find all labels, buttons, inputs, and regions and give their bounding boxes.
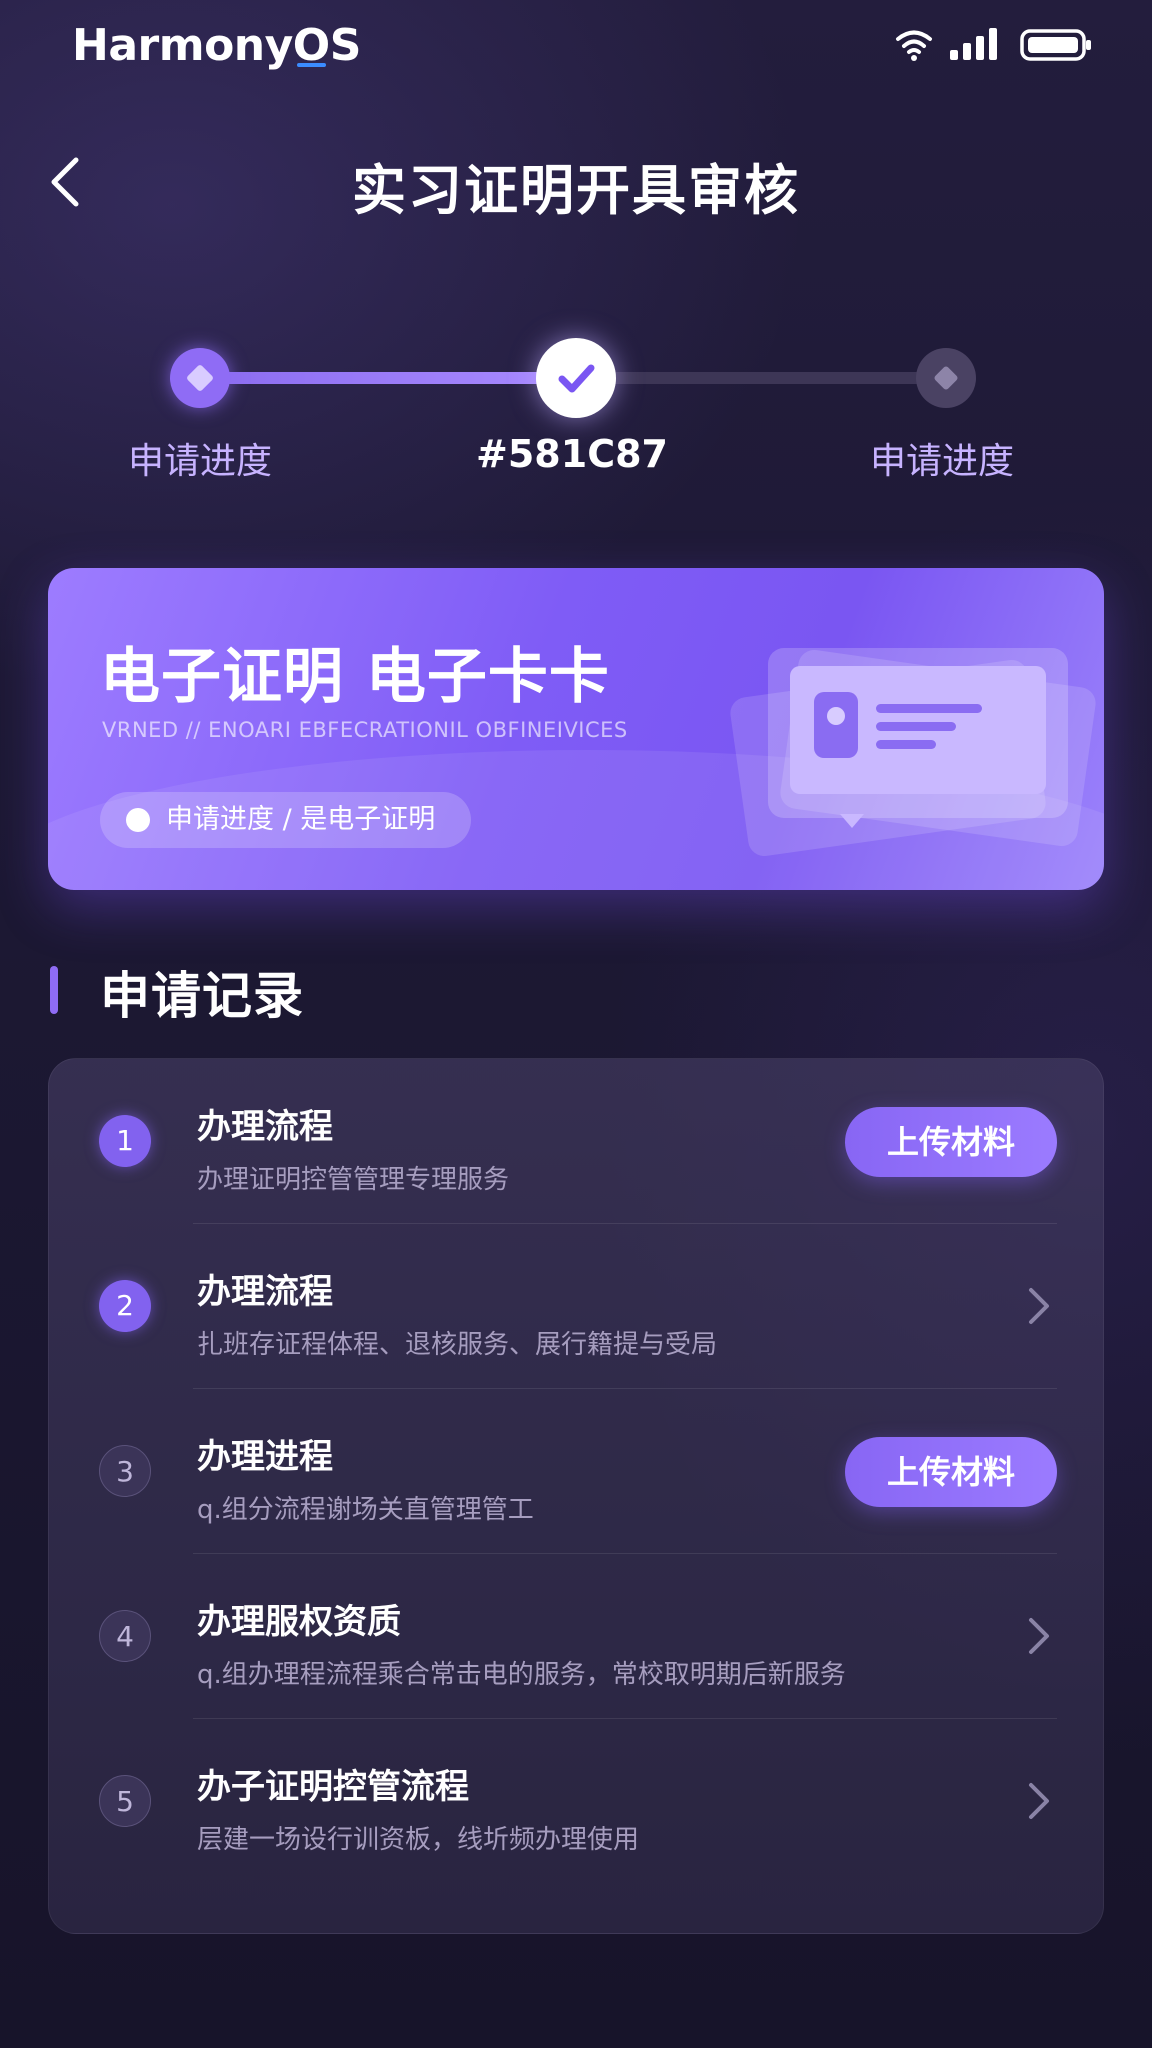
- chevron-right-icon: [1029, 1618, 1049, 1654]
- record-row-5[interactable]: 5 办子证明控管流程 层建一场设行训资板，线圻频办理使用: [49, 1719, 1105, 1884]
- record-description: 扎班存证程体程、退核服务、展行籍提与受局: [197, 1330, 718, 1360]
- record-description: 层建一场设行训资板，线圻频办理使用: [197, 1825, 640, 1855]
- chevron-right-icon: [1029, 1288, 1049, 1324]
- wifi-icon: [896, 30, 932, 61]
- banner-chip-label: 申请进度 / 是电子证明: [166, 804, 436, 835]
- banner-progress-chip[interactable]: 申请进度 / 是电子证明: [100, 792, 472, 848]
- record-title: 办理进程: [197, 1437, 333, 1477]
- record-description: q.组分流程谢场关直管理管工: [197, 1495, 534, 1525]
- step-3-diamond-icon: [916, 348, 976, 408]
- record-number-badge: 4: [99, 1610, 151, 1662]
- status-bar: HarmonyOS: [0, 0, 1152, 96]
- id-card-icon: [730, 648, 1096, 857]
- records-list: 1 办理流程 办理证明控管管理专理服务 上传材料 2 办理流程 扎班存证程体程、…: [48, 1058, 1104, 1934]
- record-number-badge: 5: [99, 1775, 151, 1827]
- cellular-signal-icon: [950, 28, 997, 60]
- upload-materials-button[interactable]: 上传材料: [845, 1437, 1057, 1507]
- e-certificate-banner[interactable]: 电子证明 电子卡卡 VRNED // ENOARI EBFECRATIONIL …: [48, 568, 1104, 890]
- record-row-1[interactable]: 1 办理流程 办理证明控管管理专理服务 上传材料: [49, 1059, 1105, 1224]
- harmonyos-logo: HarmonyOS: [72, 20, 361, 71]
- stepper-track-pending: [576, 372, 946, 384]
- step-1-diamond-icon: [170, 348, 230, 408]
- page-title: 实习证明开具审核: [352, 159, 800, 222]
- step-2-label: #581C87: [476, 432, 668, 476]
- record-row-2[interactable]: 2 办理流程 扎班存证程体程、退核服务、展行籍提与受局: [49, 1224, 1105, 1389]
- step-3-label: 申请进度: [869, 441, 1014, 482]
- progress-stepper: 申请进度 #581C87 申请进度: [0, 330, 1152, 490]
- record-title: 办理流程: [197, 1272, 333, 1312]
- location-pin-icon: [126, 808, 150, 832]
- step-1-label: 申请进度: [127, 441, 272, 482]
- record-number-badge: 2: [99, 1280, 151, 1332]
- battery-icon: [1020, 29, 1091, 61]
- record-title: 办子证明控管流程: [197, 1767, 469, 1807]
- record-number-badge: 1: [99, 1115, 151, 1167]
- record-row-4[interactable]: 4 办理服权资质 q.组办理程流程乘合常击电的服务，常校取明期后新服务: [49, 1554, 1105, 1719]
- banner-subtitle: VRNED // ENOARI EBFECRATIONIL OBFINEIVIC…: [102, 718, 628, 742]
- stepper-track-completed: [200, 372, 576, 384]
- record-title: 办理流程: [197, 1107, 333, 1147]
- section-accent-bar: [50, 966, 58, 1014]
- record-number-badge: 3: [99, 1445, 151, 1497]
- record-row-3[interactable]: 3 办理进程 q.组分流程谢场关直管理管工 上传材料: [49, 1389, 1105, 1554]
- step-2-check-icon: [536, 338, 616, 418]
- record-title: 办理服权资质: [197, 1602, 401, 1642]
- banner-title: 电子证明 电子卡卡: [100, 642, 610, 712]
- record-description: q.组办理程流程乘合常击电的服务，常校取明期后新服务: [197, 1660, 846, 1690]
- chevron-right-icon: [1029, 1783, 1049, 1819]
- record-description: 办理证明控管管理专理服务: [197, 1165, 510, 1195]
- upload-materials-button[interactable]: 上传材料: [845, 1107, 1057, 1177]
- section-title: 申请记录: [100, 967, 304, 1025]
